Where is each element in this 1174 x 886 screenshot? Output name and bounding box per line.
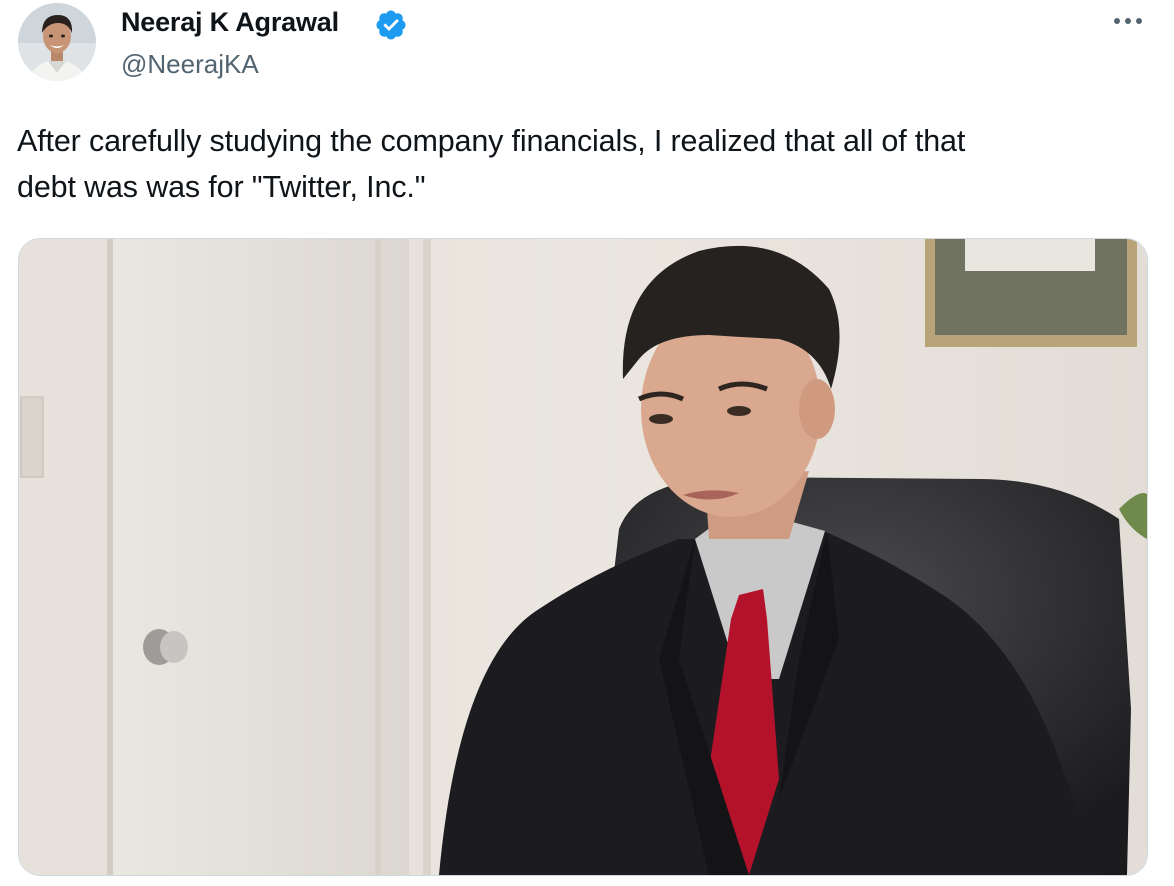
display-name[interactable]: Neeraj K Agrawal <box>121 7 339 38</box>
verified-badge-icon <box>376 10 406 40</box>
tweet-text: After carefully studying the company fin… <box>17 118 1157 210</box>
tweet-text-line: After carefully studying the company fin… <box>17 124 966 158</box>
more-options-icon[interactable] <box>1108 7 1148 35</box>
author-handle[interactable]: @NeerajKA <box>121 49 259 80</box>
tweet-media-photo[interactable] <box>18 238 1148 876</box>
avatar[interactable] <box>18 3 96 81</box>
tweet-text-line: debt was was for "Twitter, Inc." <box>17 170 426 204</box>
tweet: Neeraj K Agrawal @NeerajKA After careful… <box>0 0 1174 886</box>
